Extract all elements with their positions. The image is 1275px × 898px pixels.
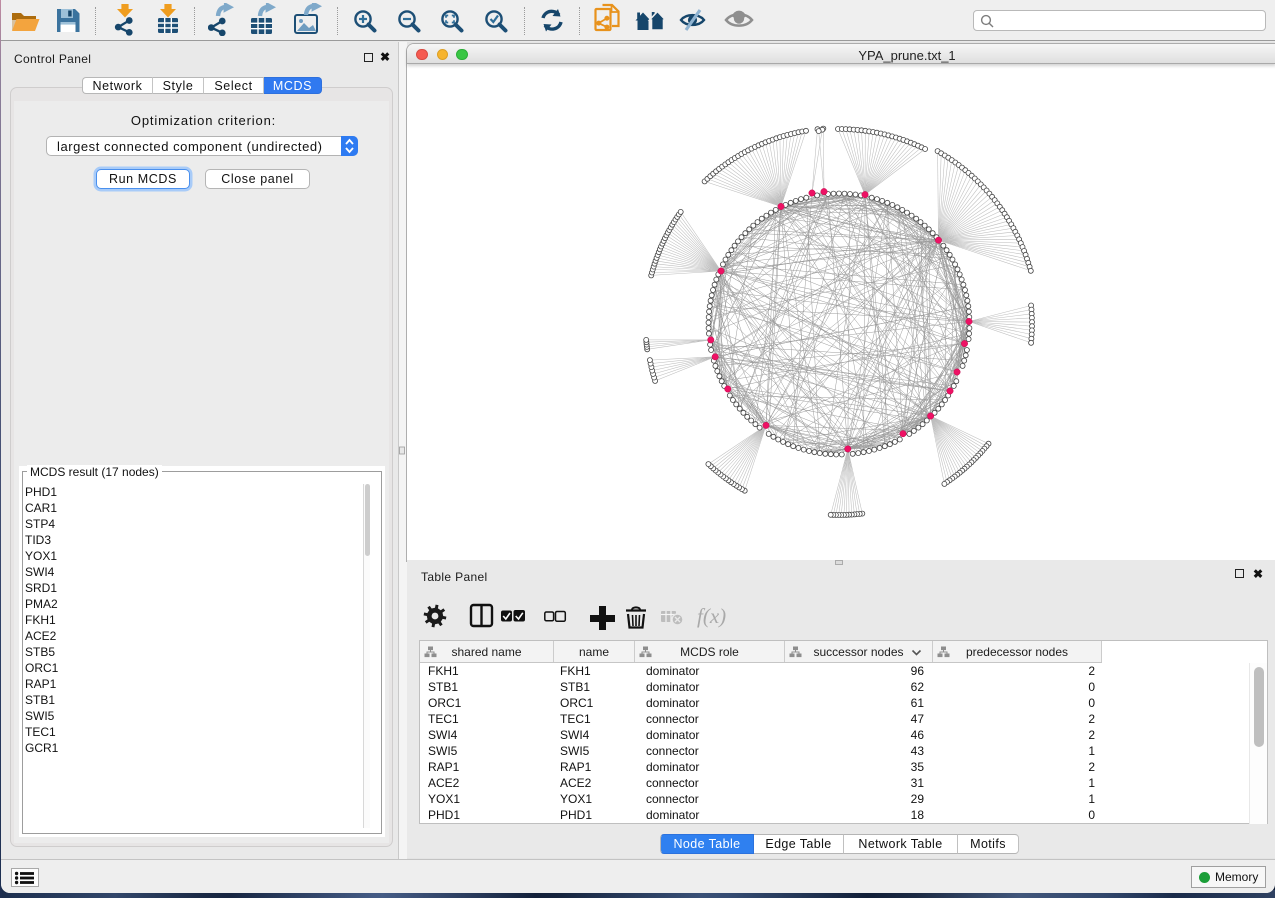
svg-text:f(x): f(x) xyxy=(697,604,726,628)
